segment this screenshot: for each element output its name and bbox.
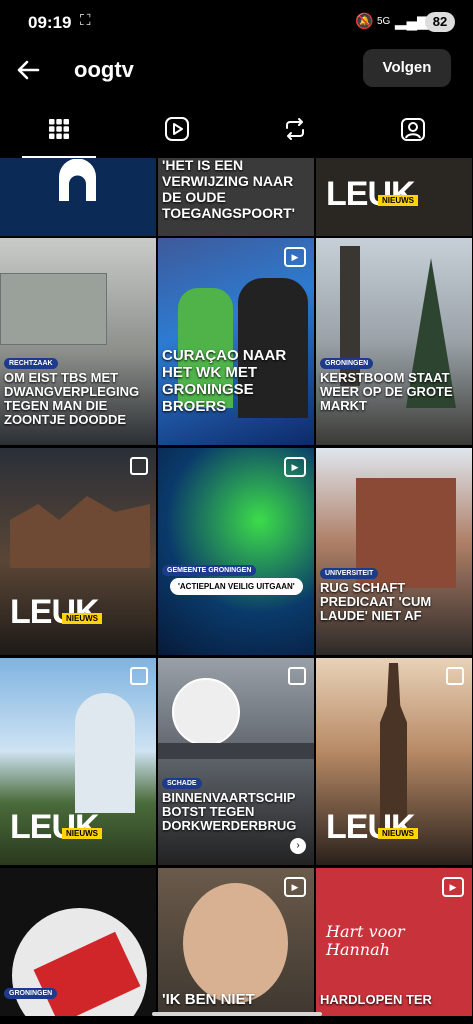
building-logo-icon: [59, 159, 96, 201]
next-arrow-icon: ›: [290, 838, 306, 854]
reels-icon: [165, 117, 189, 141]
red-logo-circle: [12, 908, 147, 1016]
status-time: 09:19: [28, 13, 72, 32]
red-stroke: [33, 931, 141, 1016]
post-tile[interactable]: LEUK NIEUWS: [316, 158, 472, 236]
post-tile[interactable]: ▶ 'IK BEN NIET: [158, 868, 314, 1016]
nieuws-tag: NIEUWS: [378, 828, 418, 839]
nieuws-tag: NIEUWS: [378, 195, 418, 206]
nieuws-tag: NIEUWS: [62, 828, 102, 839]
post-caption: 'IK BEN NIET: [162, 991, 255, 1008]
post-tile[interactable]: UNIVERSITEIT RUG SCHAFT PREDICAAT 'CUM L…: [316, 448, 472, 655]
multiple-posts-icon: [288, 667, 306, 685]
profile-username: oogtv: [74, 57, 134, 82]
post-tile[interactable]: SCHADE BINNENVAARTSCHIP BOTST TEGEN DORK…: [158, 658, 314, 865]
post-grid: 'HET IS EEN VERWIJZING NAAR DE OUDE TOEG…: [0, 158, 473, 1016]
tab-grid[interactable]: [0, 100, 118, 158]
battery-indicator: 82: [425, 12, 455, 32]
post-caption: CURAÇAO NAAR HET WK MET GRONINGSE BROERS: [162, 347, 287, 415]
category-badge: GRONINGEN: [320, 358, 374, 369]
video-icon: ▶: [284, 247, 306, 267]
hart-voor-hannah-logo: Hart voor Hannah: [326, 922, 405, 959]
follow-button[interactable]: Volgen: [363, 49, 451, 87]
profile-header: oogtv Volgen: [0, 46, 473, 96]
network-label: 5G: [377, 16, 391, 27]
category-badge: GEMEENTE GRONINGEN: [162, 565, 257, 576]
post-tile[interactable]: 'HET IS EEN VERWIJZING NAAR DE OUDE TOEG…: [158, 158, 314, 236]
post-caption: KERSTBOOM STAAT WEER OP DE GROTE MARKT: [320, 370, 453, 413]
grid-icon: [49, 119, 69, 139]
tab-tagged[interactable]: [354, 100, 472, 158]
office-tower: [75, 693, 135, 813]
quote-pill: 'ACTIEPLAN VEILIG UITGAAN': [170, 578, 303, 595]
video-icon: ▶: [284, 877, 306, 897]
multiple-posts-icon: [446, 667, 464, 685]
courthouse-building: [0, 273, 107, 345]
mute-icon: 🔕: [355, 13, 374, 30]
post-tile[interactable]: LEUK NIEUWS: [316, 658, 472, 865]
post-tile[interactable]: LEUK NIEUWS: [0, 658, 156, 865]
category-badge: UNIVERSITEIT: [320, 568, 379, 579]
post-caption: BINNENVAARTSCHIP BOTST TEGEN DORKWERDERB…: [162, 790, 297, 833]
post-tile[interactable]: ▶ GEMEENTE GRONINGEN 'ACTIEPLAN VEILIG U…: [158, 448, 314, 655]
post-caption: HARDLOPEN TER: [320, 992, 432, 1007]
signal-icon: ▂▄▆: [395, 13, 429, 30]
post-tile[interactable]: GRONINGEN: [0, 868, 156, 1016]
tab-reposts[interactable]: [236, 100, 354, 158]
category-badge: SCHADE: [162, 778, 202, 789]
profile-tabs: [0, 100, 473, 158]
multiple-posts-icon: [130, 457, 148, 475]
screenshot-icon: ⛶: [80, 12, 91, 29]
tab-reels[interactable]: [118, 100, 236, 158]
ship-inset: [172, 678, 240, 746]
post-tile[interactable]: ▶ CURAÇAO NAAR HET WK MET GRONINGSE BROE…: [158, 238, 314, 445]
post-tile[interactable]: ▶ Hart voor Hannah HARDLOPEN TER: [316, 868, 472, 1016]
post-tile[interactable]: GRONINGEN KERSTBOOM STAAT WEER OP DE GRO…: [316, 238, 472, 445]
home-indicator[interactable]: [152, 1012, 322, 1016]
post-tile[interactable]: [0, 158, 156, 236]
video-icon: ▶: [442, 877, 464, 897]
post-tile[interactable]: RECHTZAAK OM EIST TBS MET DWANGVERPLEGIN…: [0, 238, 156, 445]
post-caption: 'HET IS EEN VERWIJZING NAAR DE OUDE TOEG…: [162, 158, 295, 221]
post-caption: OM EIST TBS MET DWANGVERPLEGING TEGEN MA…: [4, 370, 140, 427]
post-caption: RUG SCHAFT PREDICAAT 'CUM LAUDE' NIET AF: [320, 580, 432, 623]
status-bar: 09:19 ⛶ 🔕 5G ▂▄▆ 82: [0, 0, 473, 46]
category-badge: RECHTZAAK: [4, 358, 58, 369]
repost-icon: [286, 118, 304, 140]
category-badge: GRONINGEN: [4, 988, 58, 999]
smiling-face: [183, 883, 288, 1003]
multiple-posts-icon: [130, 667, 148, 685]
tagged-person-icon: [401, 118, 425, 141]
building-facades: [10, 496, 150, 568]
bridge: [158, 743, 314, 759]
nieuws-tag: NIEUWS: [62, 613, 102, 624]
back-arrow-icon[interactable]: [12, 54, 44, 86]
post-tile[interactable]: LEUK NIEUWS: [0, 448, 156, 655]
video-icon: ▶: [284, 457, 306, 477]
